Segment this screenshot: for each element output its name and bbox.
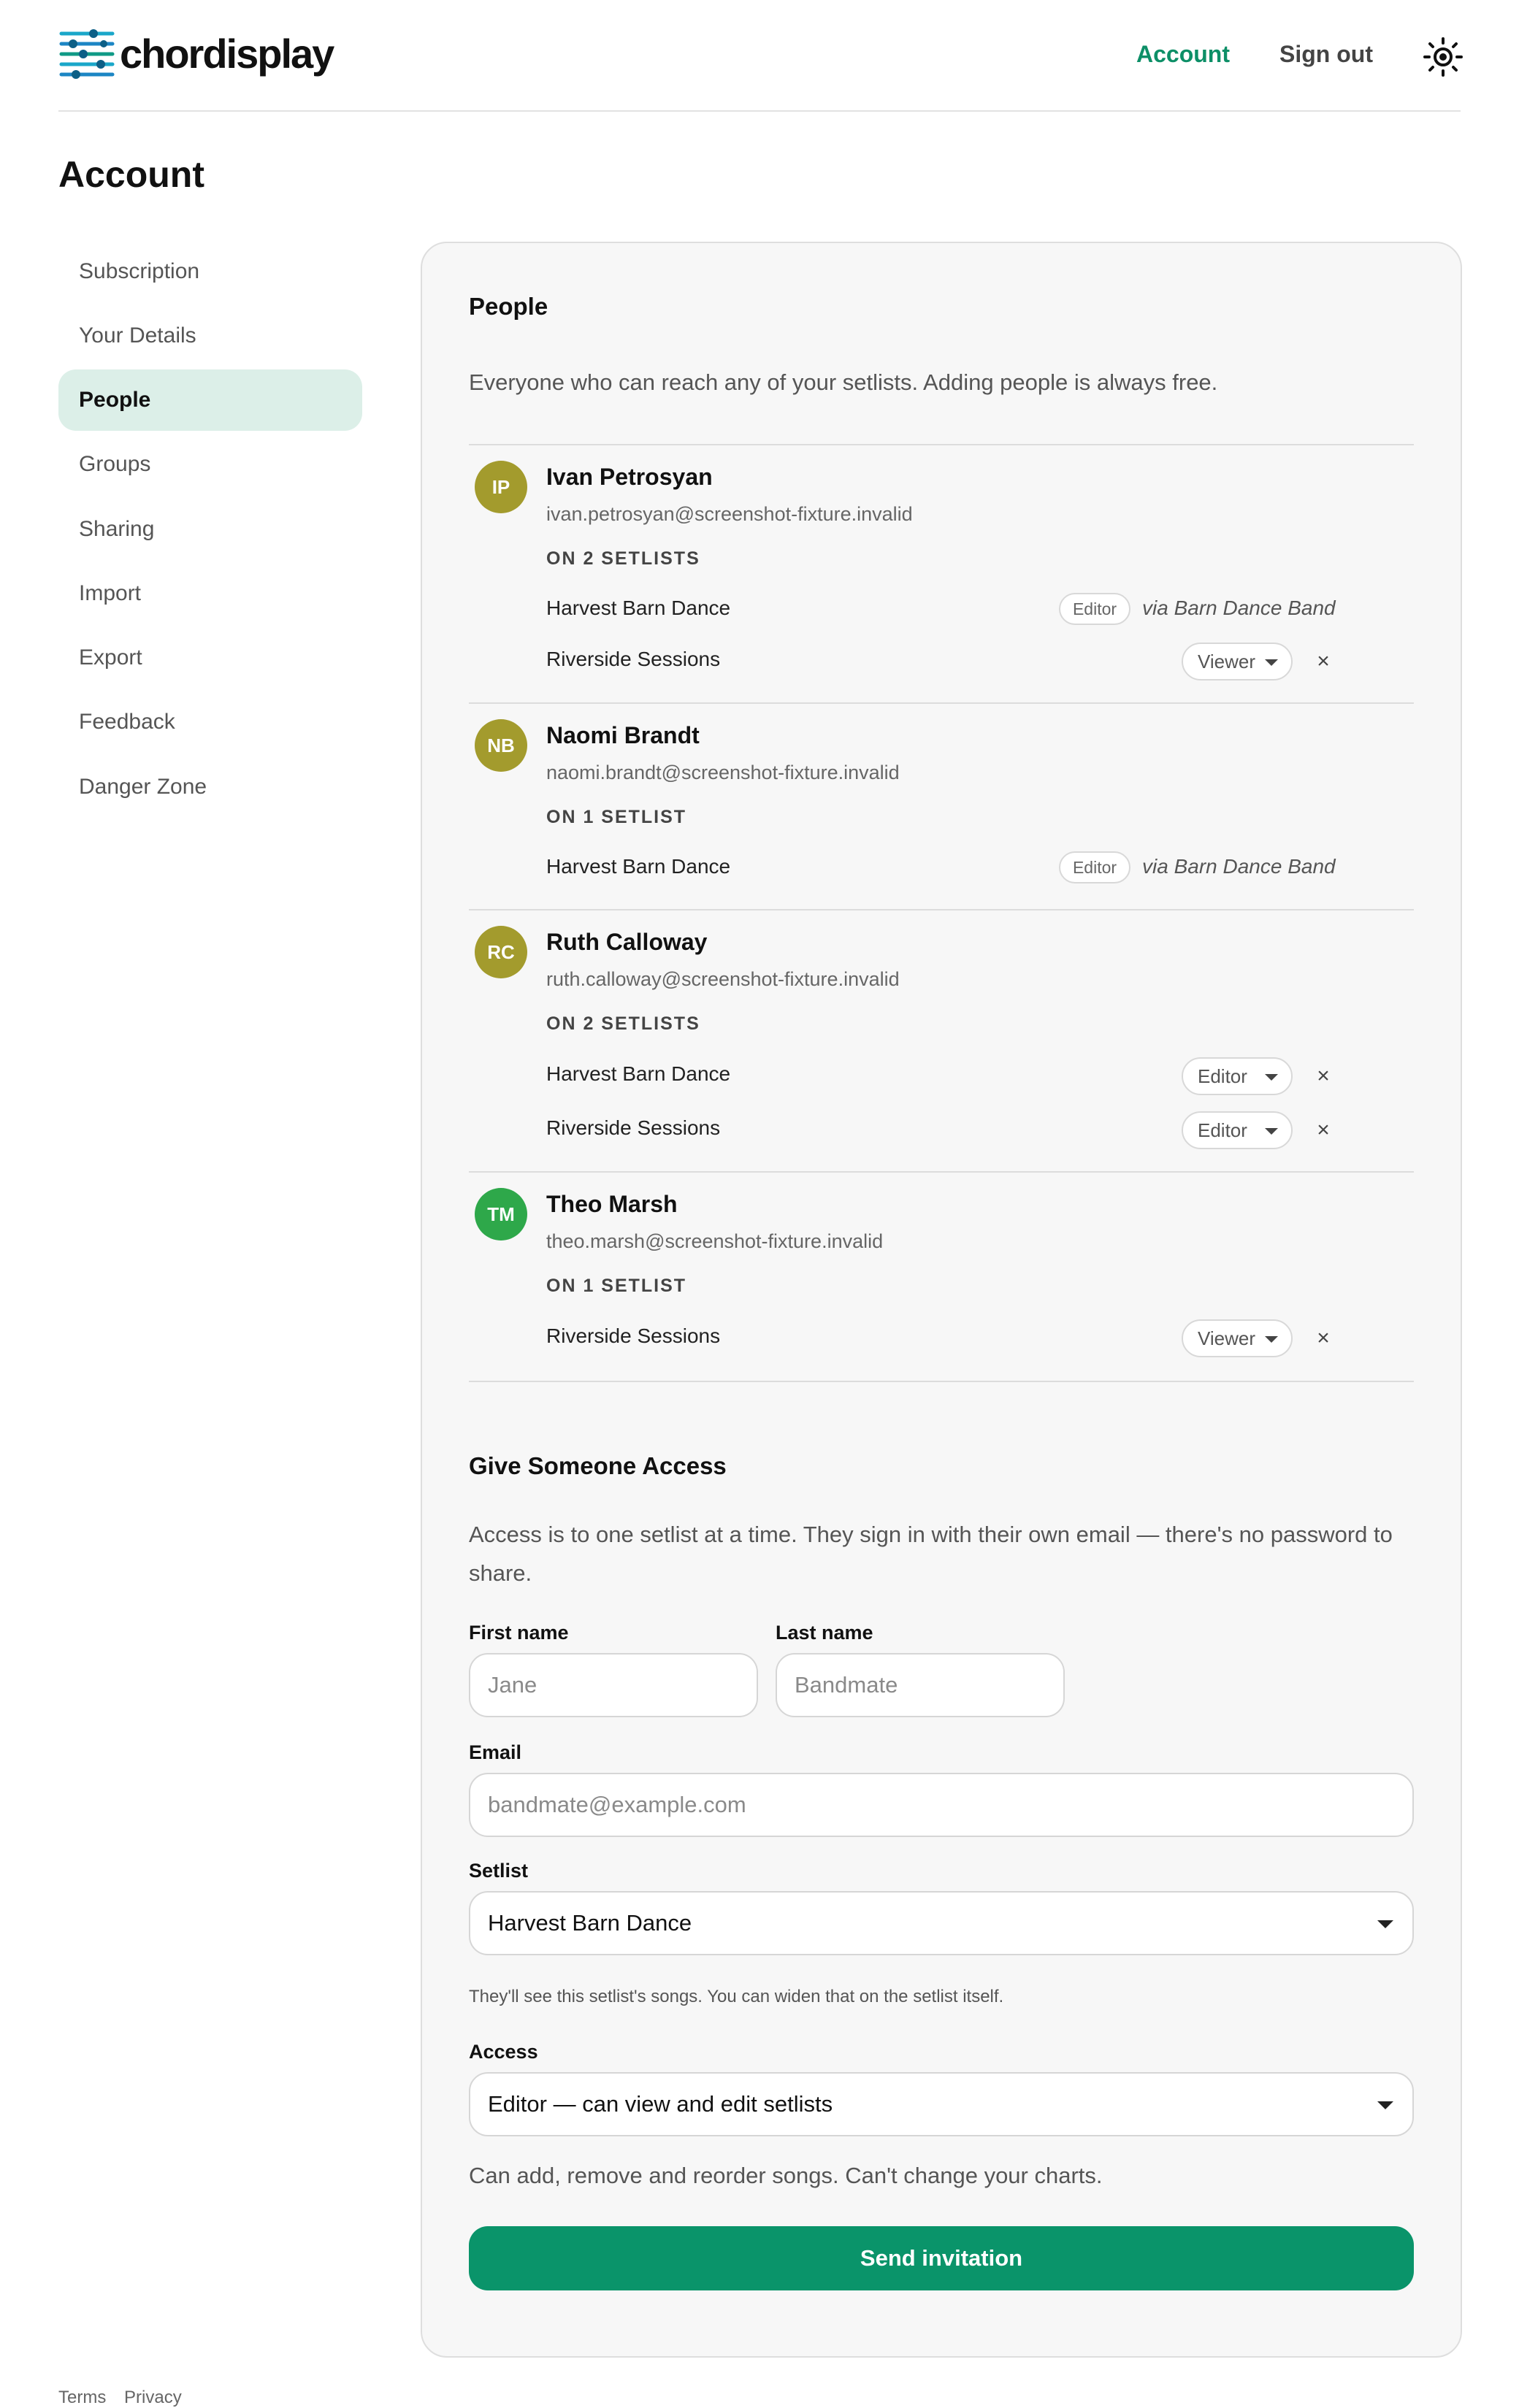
person-email: ruth.calloway@screenshot-fixture.invalid — [546, 968, 900, 990]
people-section-title: People — [469, 293, 548, 320]
remove-access-button[interactable]: × — [1309, 1062, 1338, 1091]
footer: Terms Privacy — [58, 2388, 195, 2408]
privacy-link[interactable]: Privacy — [124, 2388, 182, 2407]
divider — [469, 444, 1414, 445]
divider — [469, 909, 1414, 910]
person-name: Theo Marsh — [546, 1191, 678, 1217]
page-title: Account — [58, 154, 204, 195]
role-select[interactable]: Viewer — [1182, 643, 1293, 680]
setlist-select-value: Harvest Barn Dance — [488, 1910, 692, 1936]
logo-icon — [59, 29, 115, 79]
role-select-value: Editor — [1198, 1065, 1247, 1087]
sun-icon[interactable] — [1423, 37, 1463, 77]
caret-down-icon — [1265, 1128, 1278, 1135]
remove-access-button[interactable]: × — [1309, 647, 1338, 676]
sidebar-item-groups[interactable]: Groups — [58, 434, 362, 495]
first-name-label: First name — [469, 1622, 569, 1644]
setlist-select[interactable]: Harvest Barn Dance — [469, 1891, 1414, 1955]
avatar: IP — [475, 461, 527, 513]
person-name: Naomi Brandt — [546, 722, 700, 748]
person-email: theo.marsh@screenshot-fixture.invalid — [546, 1230, 884, 1252]
person-name: Ruth Calloway — [546, 929, 708, 955]
person-email: ivan.petrosyan@screenshot-fixture.invali… — [546, 503, 913, 525]
sidebar-item-import[interactable]: Import — [58, 563, 362, 624]
caret-down-icon — [1265, 1336, 1278, 1343]
via-group-note: via Barn Dance Band — [1142, 855, 1336, 878]
top-header: chordisplay Account Sign out — [58, 0, 1463, 112]
avatar: RC — [475, 926, 527, 978]
role-select-value: Viewer — [1198, 651, 1256, 672]
terms-link[interactable]: Terms — [58, 2388, 106, 2407]
role-badge: Editor — [1059, 593, 1130, 625]
setlist-name: Riverside Sessions — [546, 648, 721, 670]
caret-down-icon — [1265, 1074, 1278, 1081]
divider — [469, 1171, 1414, 1173]
setlist-count-label: ON 1 SETLIST — [546, 1276, 687, 1296]
first-name-input[interactable] — [469, 1653, 758, 1717]
setlist-name: Riverside Sessions — [546, 1116, 721, 1139]
role-select[interactable]: Viewer — [1182, 1319, 1293, 1357]
avatar: NB — [475, 719, 527, 772]
avatar: TM — [475, 1188, 527, 1241]
setlist-name: Harvest Barn Dance — [546, 1062, 731, 1085]
sidebar-item-people[interactable]: People — [58, 369, 362, 431]
invite-description: Access is to one setlist at a time. They… — [469, 1522, 1393, 1586]
access-label: Access — [469, 2041, 538, 2063]
last-name-input[interactable] — [776, 1653, 1065, 1717]
role-select[interactable]: Editor — [1182, 1111, 1293, 1149]
setlist-name: Harvest Barn Dance — [546, 597, 731, 619]
setlist-count-label: ON 1 SETLIST — [546, 807, 687, 827]
sidebar-item-subscription[interactable]: Subscription — [58, 241, 362, 302]
email-input[interactable] — [469, 1773, 1414, 1837]
email-label: Email — [469, 1741, 522, 1763]
setlist-name: Riverside Sessions — [546, 1324, 721, 1347]
person-email: naomi.brandt@screenshot-fixture.invalid — [546, 762, 900, 783]
remove-access-button[interactable]: × — [1309, 1116, 1338, 1145]
role-select-value: Editor — [1198, 1119, 1247, 1141]
sidebar-item-sharing[interactable]: Sharing — [58, 499, 362, 560]
sidebar-item-export[interactable]: Export — [58, 627, 362, 689]
caret-down-icon — [1377, 2101, 1393, 2109]
caret-down-icon — [1377, 1920, 1393, 1928]
sidebar-item-danger-zone[interactable]: Danger Zone — [58, 756, 362, 818]
nav-account-link[interactable]: Account — [1136, 41, 1230, 68]
setlist-label: Setlist — [469, 1860, 529, 1882]
via-group-note: via Barn Dance Band — [1142, 597, 1336, 619]
setlist-hint: They'll see this setlist's songs. You ca… — [469, 1987, 1004, 2006]
sidebar-item-feedback[interactable]: Feedback — [58, 691, 362, 753]
people-card: People Everyone who can reach any of you… — [421, 242, 1462, 2358]
divider — [469, 1381, 1414, 1382]
role-badge: Editor — [1059, 851, 1130, 883]
divider — [469, 702, 1414, 704]
invite-section-title: Give Someone Access — [469, 1452, 727, 1479]
setlist-count-label: ON 2 SETLISTS — [546, 1013, 700, 1034]
last-name-label: Last name — [776, 1622, 873, 1644]
logo[interactable]: chordisplay — [58, 28, 334, 79]
access-select[interactable]: Editor — can view and edit setlists — [469, 2072, 1414, 2136]
role-select-value: Viewer — [1198, 1327, 1256, 1349]
remove-access-button[interactable]: × — [1309, 1324, 1338, 1353]
access-select-value: Editor — can view and edit setlists — [488, 2091, 833, 2117]
setlist-name: Harvest Barn Dance — [546, 855, 731, 878]
person-name: Ivan Petrosyan — [546, 464, 713, 490]
setlist-count-label: ON 2 SETLISTS — [546, 548, 700, 569]
caret-down-icon — [1265, 659, 1278, 666]
logo-text: chordisplay — [120, 30, 334, 77]
nav-sign-out-link[interactable]: Sign out — [1279, 41, 1373, 68]
role-select[interactable]: Editor — [1182, 1057, 1293, 1095]
sidebar-item-your-details[interactable]: Your Details — [58, 305, 362, 367]
access-hint: Can add, remove and reorder songs. Can't… — [469, 2163, 1103, 2188]
send-invitation-button[interactable]: Send invitation — [469, 2226, 1414, 2290]
people-description: Everyone who can reach any of your setli… — [469, 369, 1218, 395]
